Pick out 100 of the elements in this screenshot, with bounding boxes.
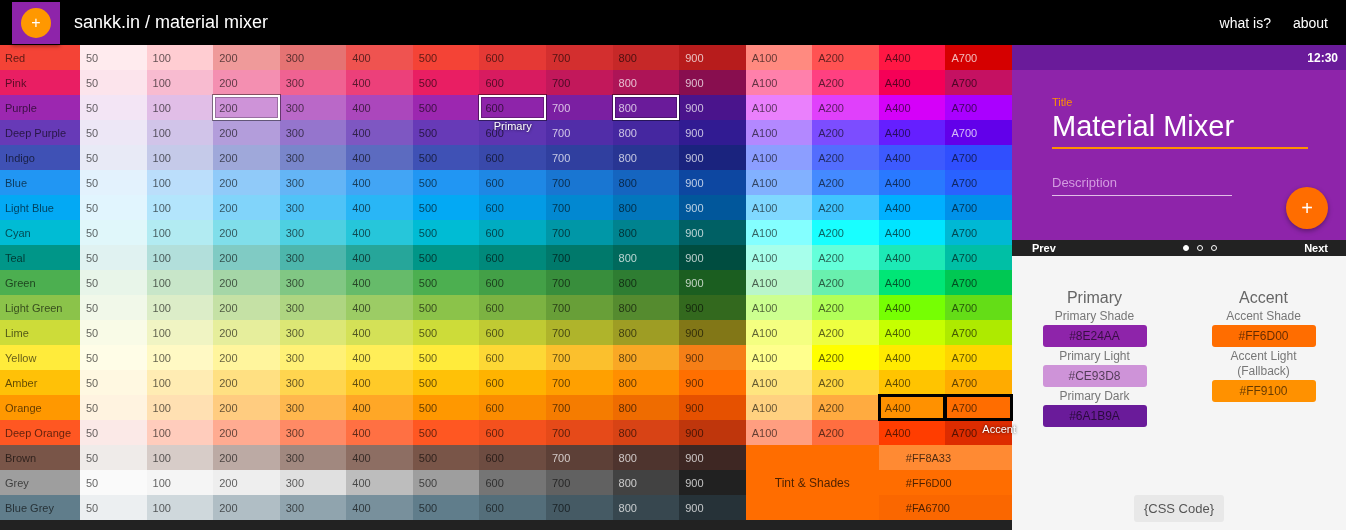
nav-link[interactable]: what is? — [1219, 14, 1271, 31]
color-name-cell[interactable]: Light Green — [0, 295, 80, 320]
color-name-cell[interactable]: Lime — [0, 320, 80, 345]
shade-cell[interactable]: 700 — [546, 195, 613, 220]
color-name-cell[interactable]: Light Blue — [0, 195, 80, 220]
shade-cell[interactable]: 50 — [80, 320, 147, 345]
accent-cell[interactable]: A700 — [945, 345, 1012, 370]
accent-cell[interactable]: A200 — [812, 45, 879, 70]
color-name-cell[interactable]: Indigo — [0, 145, 80, 170]
shade-cell[interactable]: 700 — [546, 295, 613, 320]
shade-cell[interactable]: 50 — [80, 45, 147, 70]
shade-cell[interactable]: 50 — [80, 170, 147, 195]
accent-cell[interactable]: A400 — [878, 220, 946, 245]
shade-cell[interactable]: 600 — [479, 470, 546, 495]
accent-cell[interactable]: A100 — [745, 370, 813, 395]
accent-cell[interactable]: A700 — [945, 295, 1012, 320]
prev-button[interactable]: Prev — [1032, 242, 1056, 254]
accent-cell[interactable]: A100 — [745, 145, 813, 170]
shade-cell[interactable]: 300 — [279, 470, 347, 495]
shade-cell[interactable]: 500 — [412, 295, 480, 320]
accent-cell[interactable]: A200 — [812, 420, 879, 445]
shade-cell[interactable]: 700 — [546, 395, 613, 420]
accent-cell[interactable]: A100 — [745, 220, 813, 245]
accent-cell[interactable]: A700 — [945, 170, 1012, 195]
shade-cell[interactable]: 100 — [146, 95, 214, 120]
accent-cell[interactable]: A200 — [812, 195, 879, 220]
accent-cell[interactable]: A700 — [945, 120, 1012, 145]
shade-cell[interactable]: 500 — [412, 470, 480, 495]
add-button[interactable]: + — [1286, 187, 1328, 229]
accent-cell[interactable]: A700 — [945, 270, 1012, 295]
accent-cell[interactable]: A200 — [812, 320, 879, 345]
accent-cell[interactable]: A400 — [878, 95, 946, 120]
shade-cell[interactable]: 800 — [612, 320, 680, 345]
shade-cell[interactable]: 600 — [479, 70, 546, 95]
shade-cell[interactable]: 700 — [546, 345, 613, 370]
shade-cell[interactable]: 900 — [679, 245, 746, 270]
color-name-cell[interactable]: Brown — [0, 445, 80, 470]
accent-cell[interactable]: A700 — [945, 245, 1012, 270]
shade-cell[interactable]: 300 — [279, 495, 347, 520]
accent-cell[interactable]: A400 — [878, 120, 946, 145]
shade-cell[interactable]: 700 — [546, 370, 613, 395]
shade-cell[interactable]: 400 — [346, 195, 413, 220]
shade-cell[interactable]: 700 — [546, 120, 613, 145]
shade-cell[interactable]: 800 — [612, 70, 680, 95]
shade-cell[interactable]: 600 — [479, 420, 546, 445]
shade-cell[interactable]: 100 — [146, 145, 214, 170]
shade-cell[interactable]: 200 — [213, 120, 280, 145]
shade-cell[interactable]: 900 — [679, 420, 746, 445]
shade-cell[interactable]: 600 — [479, 220, 546, 245]
shade-cell[interactable]: 900 — [679, 445, 746, 470]
shade-cell[interactable]: 800 — [612, 470, 680, 495]
shade-cell[interactable]: 400 — [346, 470, 413, 495]
shade-cell[interactable]: 600 — [479, 270, 546, 295]
shade-cell[interactable]: 50 — [80, 95, 147, 120]
shade-cell[interactable]: 300 — [279, 270, 347, 295]
shade-cell[interactable]: 600 — [479, 395, 546, 420]
shade-cell[interactable]: 300 — [279, 370, 347, 395]
shade-cell[interactable]: 400 — [346, 120, 413, 145]
shade-cell[interactable]: 500 — [412, 320, 480, 345]
accent-cell[interactable]: A100 — [745, 245, 813, 270]
shade-cell[interactable]: 100 — [146, 120, 214, 145]
shade-cell[interactable]: 50 — [80, 245, 147, 270]
shade-cell[interactable]: 800 — [612, 245, 680, 270]
shade-cell[interactable]: 500 — [412, 395, 480, 420]
shade-cell[interactable]: 200 — [213, 245, 280, 270]
shade-cell[interactable]: 100 — [146, 70, 214, 95]
shade-cell[interactable]: 100 — [146, 420, 214, 445]
shade-cell[interactable]: 100 — [146, 270, 214, 295]
shade-cell[interactable]: 100 — [146, 195, 214, 220]
shade-cell[interactable]: 500 — [412, 270, 480, 295]
color-swatch[interactable]: #FF9100 — [1211, 380, 1316, 402]
shade-cell[interactable]: 400 — [346, 220, 413, 245]
color-swatch[interactable]: #FF6D00 — [1211, 325, 1316, 347]
shade-cell[interactable]: 700 — [546, 270, 613, 295]
accent-cell[interactable]: A400 — [878, 145, 946, 170]
shade-cell[interactable]: 800 — [612, 370, 680, 395]
shade-cell[interactable]: 900 — [679, 70, 746, 95]
shade-cell[interactable]: 200 — [213, 170, 280, 195]
accent-cell[interactable]: A400 — [878, 295, 946, 320]
shade-cell[interactable]: 100 — [146, 445, 214, 470]
shade-cell[interactable]: 600 — [479, 495, 546, 520]
accent-cell[interactable]: A200 — [812, 395, 879, 420]
shade-cell[interactable]: 600 — [479, 345, 546, 370]
shade-cell[interactable]: 500 — [412, 245, 480, 270]
accent-cell[interactable]: A700 — [945, 220, 1012, 245]
shade-cell[interactable]: 900 — [679, 295, 746, 320]
shade-cell[interactable]: 400 — [346, 370, 413, 395]
shade-cell[interactable]: 400 — [346, 70, 413, 95]
shade-cell[interactable]: 400 — [346, 420, 413, 445]
shade-cell[interactable]: 50 — [80, 220, 147, 245]
shade-cell[interactable]: 500 — [412, 70, 480, 95]
description-field[interactable]: Description — [1052, 175, 1232, 196]
shade-cell[interactable]: 900 — [679, 145, 746, 170]
shade-cell[interactable]: 50 — [80, 345, 147, 370]
accent-cell[interactable]: A100 — [745, 345, 813, 370]
accent-cell[interactable]: A200 — [812, 70, 879, 95]
color-name-cell[interactable]: Pink — [0, 70, 80, 95]
accent-cell[interactable]: A700 — [945, 395, 1012, 420]
shade-cell[interactable]: 900 — [679, 270, 746, 295]
shade-cell[interactable]: 400 — [346, 245, 413, 270]
